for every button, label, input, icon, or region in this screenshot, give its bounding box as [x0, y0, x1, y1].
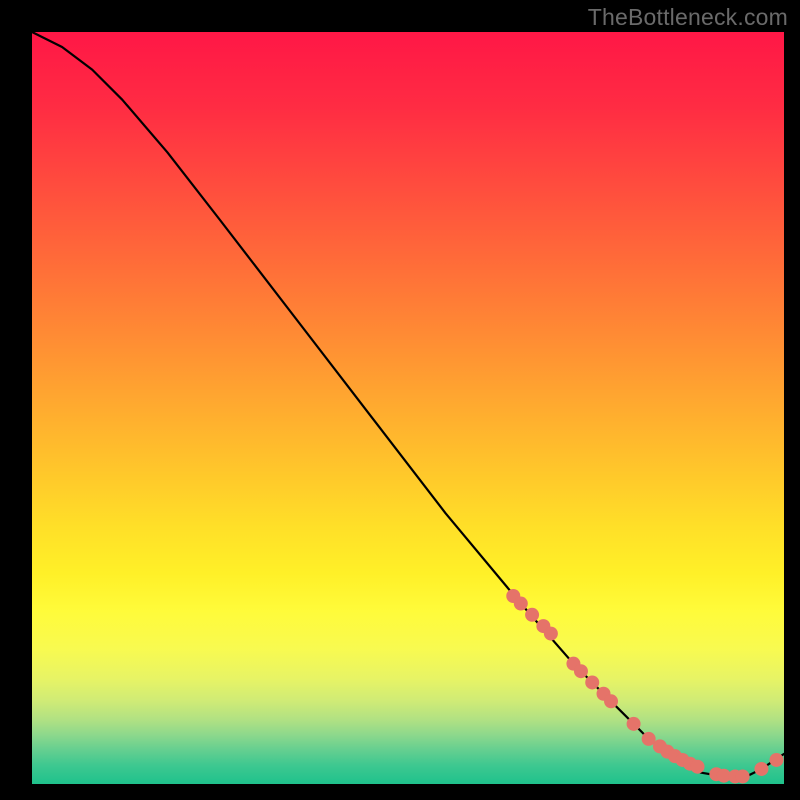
marker-dot — [754, 762, 768, 776]
marker-dot — [691, 760, 705, 774]
marker-dot — [574, 664, 588, 678]
chart-stage: TheBottleneck.com — [0, 0, 800, 800]
watermark-text: TheBottleneck.com — [588, 4, 788, 31]
chart-svg — [32, 32, 784, 784]
marker-dot — [525, 608, 539, 622]
plot-area — [32, 32, 784, 784]
marker-dot — [769, 753, 783, 767]
marker-dot — [585, 675, 599, 689]
gradient-background — [32, 32, 784, 784]
marker-dot — [736, 769, 750, 783]
marker-dot — [604, 694, 618, 708]
marker-dot — [514, 597, 528, 611]
marker-dot — [544, 627, 558, 641]
marker-dot — [627, 717, 641, 731]
